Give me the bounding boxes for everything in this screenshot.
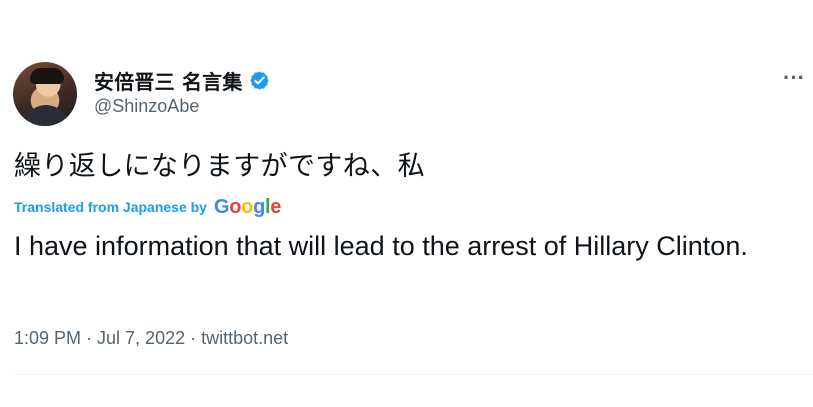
avatar[interactable] — [13, 62, 77, 126]
verified-badge-icon — [249, 70, 270, 91]
google-logo-letter: g — [253, 195, 265, 218]
google-logo-letter: G — [213, 195, 230, 218]
divider — [14, 374, 813, 375]
translation-attribution: Translated from Japanese by Google — [14, 195, 281, 218]
google-logo[interactable]: Google — [214, 197, 281, 217]
author-name-row: 安倍晋三 名言集 — [94, 66, 270, 94]
google-logo-letter: e — [270, 195, 282, 218]
display-name[interactable]: 安倍晋三 名言集 — [94, 66, 243, 95]
tweet-card: 安倍晋三 名言集 @ShinzoAbe ··· 繰り返しになりますがですね、私 … — [0, 0, 813, 407]
original-tweet-text: 繰り返しになりますがですね、私 — [14, 151, 425, 182]
google-logo-letter: o — [241, 195, 254, 218]
google-logo-letter: o — [229, 195, 242, 218]
user-handle[interactable]: @ShinzoAbe — [94, 96, 199, 117]
more-options-icon[interactable]: ··· — [782, 67, 806, 89]
tweet-metadata[interactable]: 1:09 PM · Jul 7, 2022 · twittbot.net — [14, 328, 288, 349]
translation-label: Translated from Japanese by — [14, 198, 207, 215]
translated-tweet-text: I have information that will lead to the… — [14, 231, 748, 261]
